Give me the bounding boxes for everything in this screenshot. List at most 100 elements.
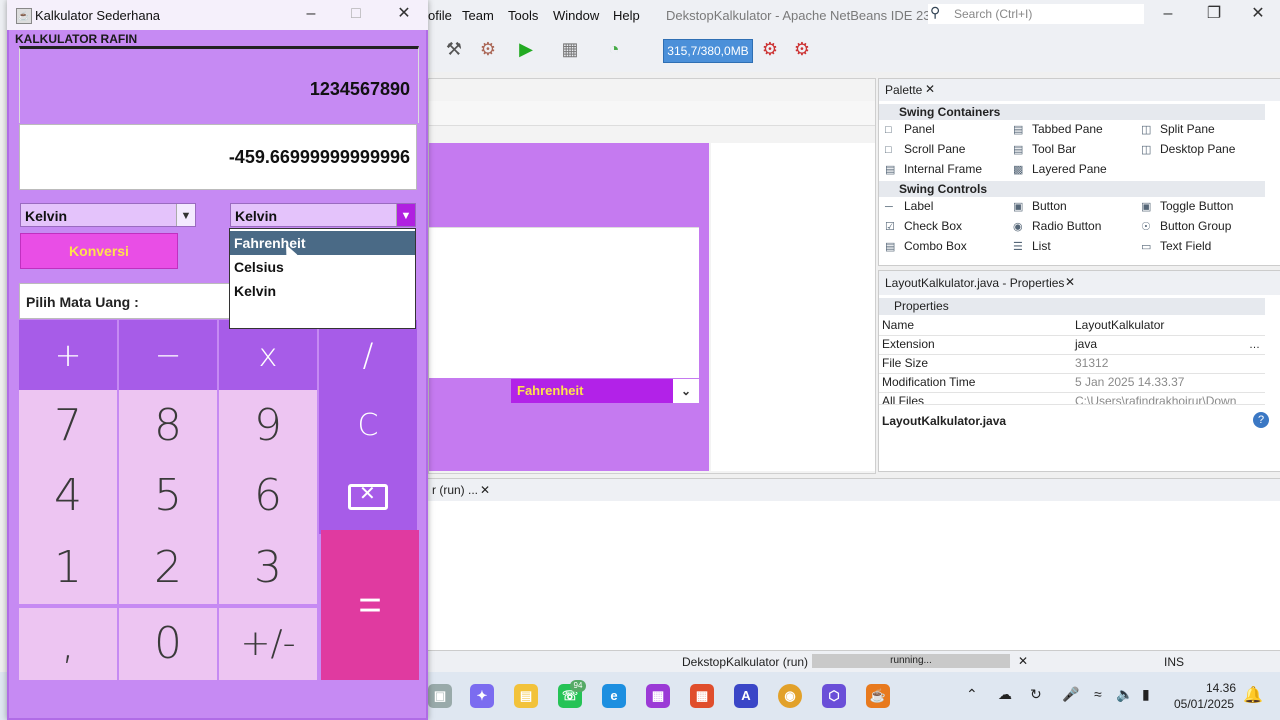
designer-fahrenheit-combo[interactable]: Fahrenheit ⌄ xyxy=(511,379,699,403)
chevron-up-icon[interactable]: ⌃ xyxy=(966,686,978,703)
menu-team[interactable]: Team xyxy=(462,8,494,23)
minimize-button[interactable]: – xyxy=(297,4,325,24)
property-row[interactable]: Modification Time 5 Jan 2025 14.33.37 xyxy=(879,373,1265,393)
palette-item-label[interactable]: ─ Label xyxy=(885,199,933,213)
app-hex-icon[interactable]: ⬡ xyxy=(822,684,846,708)
property-row[interactable]: All Files C:\Users\rafindrakhoirur\Down xyxy=(879,392,1265,405)
palette-item-button[interactable]: ▣ Button xyxy=(1013,199,1067,213)
debug-icon[interactable]: ▦ xyxy=(558,38,582,60)
wifi-icon[interactable]: ≈ xyxy=(1094,686,1102,702)
to-unit-select[interactable]: Kelvin ▼ xyxy=(230,203,416,227)
palette-item-panel[interactable]: □ Panel xyxy=(885,122,935,136)
palette-section-containers[interactable]: Swing Containers xyxy=(879,104,1265,120)
from-unit-select[interactable]: Kelvin ▼ xyxy=(20,203,196,227)
convert-button[interactable]: Konversi xyxy=(20,233,178,269)
sync-icon[interactable]: ↻ xyxy=(1030,686,1042,703)
java-icon[interactable]: ☕ xyxy=(866,684,890,708)
key-6[interactable]: 6 xyxy=(219,462,317,534)
close-button[interactable]: ✕ xyxy=(1244,4,1272,24)
clean-build-icon[interactable]: ⚙ xyxy=(476,38,500,60)
clock-time[interactable]: 14.36 xyxy=(1206,681,1236,695)
memory-indicator[interactable]: 315,7/380,0MB xyxy=(663,39,753,63)
palette-item-radio-button[interactable]: ◉ Radio Button xyxy=(1013,219,1101,233)
calculator-titlebar[interactable]: ☕ Kalkulator Sederhana – □ ✕ xyxy=(7,0,428,30)
key-2[interactable]: 2 xyxy=(119,532,217,604)
designer-canvas[interactable]: Fahrenheit ⌄ xyxy=(429,143,709,471)
property-row[interactable]: File Size 31312 xyxy=(879,354,1265,374)
key-8[interactable]: 8 xyxy=(119,390,217,462)
key-1[interactable]: 1 xyxy=(19,532,117,604)
key-0[interactable]: 0 xyxy=(119,608,217,680)
properties-tab[interactable]: LayoutKalkulator.java - Properties ✕ xyxy=(879,271,1280,295)
bell-icon[interactable]: 🔔 xyxy=(1243,685,1263,705)
close-icon[interactable]: ✕ xyxy=(925,82,935,96)
palette-item-layered-pane[interactable]: ▩ Layered Pane xyxy=(1013,162,1107,176)
menu-tools[interactable]: Tools xyxy=(508,8,538,23)
edge-icon[interactable]: e xyxy=(602,684,626,708)
help-icon[interactable]: ? xyxy=(1253,412,1269,428)
option-kelvin[interactable]: Kelvin xyxy=(230,279,415,303)
palette-item-toggle-button[interactable]: ▣ Toggle Button xyxy=(1141,199,1233,213)
key-7[interactable]: 7 xyxy=(19,390,117,462)
palette-item-text-field[interactable]: ▭ Text Field xyxy=(1141,239,1211,253)
option-celsius[interactable]: Celsius xyxy=(230,255,415,279)
close-icon[interactable]: ✕ xyxy=(1018,654,1028,668)
palette-item-internal-frame[interactable]: ▤ Internal Frame xyxy=(885,162,982,176)
minimize-button[interactable]: – xyxy=(1154,4,1182,24)
microphone-icon[interactable]: 🎤 xyxy=(1062,686,1079,703)
key-3[interactable]: 3 xyxy=(219,532,317,604)
palette-item-scroll-pane[interactable]: □ Scroll Pane xyxy=(885,142,965,156)
backspace-button[interactable]: ✕ xyxy=(319,462,417,534)
maximize-button[interactable]: ❐ xyxy=(1200,4,1228,24)
multiply-button[interactable]: x xyxy=(219,320,317,392)
minus-button[interactable]: − xyxy=(119,320,217,392)
plus-button[interactable]: + xyxy=(19,320,117,392)
profile-icon[interactable]: ◔ xyxy=(602,38,626,60)
copilot-icon[interactable]: ✦ xyxy=(470,684,494,708)
task-view-icon[interactable]: ▣ xyxy=(428,684,452,708)
key-9[interactable]: 9 xyxy=(219,390,317,462)
palette-item-tool-bar[interactable]: ▤ Tool Bar xyxy=(1013,142,1076,156)
comma-button[interactable]: , xyxy=(19,608,117,680)
palette-item-check-box[interactable]: ☑ Check Box xyxy=(885,219,962,233)
build-icon[interactable]: ⚒ xyxy=(442,38,466,60)
negate-button[interactable]: +/- xyxy=(219,608,317,680)
menu-profile[interactable]: ofile xyxy=(428,8,452,23)
palette-item-split-pane[interactable]: ◫ Split Pane xyxy=(1141,122,1215,136)
battery-icon[interactable]: ▮ xyxy=(1142,686,1150,703)
gc-profile-icon[interactable]: ⚙ xyxy=(790,38,814,60)
more-icon[interactable]: … xyxy=(1249,336,1260,355)
divide-button[interactable]: / xyxy=(319,320,417,392)
cloud-icon[interactable]: ☁ xyxy=(998,686,1012,703)
key-5[interactable]: 5 xyxy=(119,462,217,534)
properties-section[interactable]: Properties xyxy=(879,298,1265,315)
store-icon[interactable]: ▦ xyxy=(690,684,714,708)
clock-date[interactable]: 05/01/2025 xyxy=(1174,697,1234,711)
property-row[interactable]: Extension java… xyxy=(879,335,1265,355)
palette-item-list[interactable]: ☰ List xyxy=(1013,239,1051,253)
palette-item-desktop-pane[interactable]: ◫ Desktop Pane xyxy=(1141,142,1235,156)
gc-icon[interactable]: ⚙ xyxy=(758,38,782,60)
menu-window[interactable]: Window xyxy=(553,8,599,23)
close-icon[interactable]: ✕ xyxy=(480,483,490,497)
output-tab[interactable]: r (run) ... ✕ xyxy=(428,479,497,501)
palette-item-combo-box[interactable]: ▤ Combo Box xyxy=(885,239,967,253)
app-a-icon[interactable]: A xyxy=(734,684,758,708)
clear-button[interactable]: C xyxy=(319,390,417,462)
equals-button[interactable]: = xyxy=(321,530,419,680)
file-explorer-icon[interactable]: ▤ xyxy=(514,684,538,708)
option-fahrenheit[interactable]: Fahrenheit xyxy=(230,231,415,255)
palette-tab[interactable]: Palette ✕ xyxy=(879,79,1280,101)
chrome-icon[interactable]: ◉ xyxy=(778,684,802,708)
run-icon[interactable]: ▶ xyxy=(514,38,538,60)
close-button[interactable]: ✕ xyxy=(390,4,418,24)
netbeans-search-input[interactable]: ⚲ Search (Ctrl+I) xyxy=(928,4,1144,24)
key-4[interactable]: 4 xyxy=(19,462,117,534)
menu-help[interactable]: Help xyxy=(613,8,640,23)
palette-section-controls[interactable]: Swing Controls xyxy=(879,181,1265,197)
palette-item-tabbed-pane[interactable]: ▤ Tabbed Pane xyxy=(1013,122,1103,136)
volume-icon[interactable]: 🔈 xyxy=(1116,686,1133,703)
palette-item-button-group[interactable]: ☉ Button Group xyxy=(1141,219,1231,233)
currency-select[interactable]: Pilih Mata Uang : xyxy=(19,283,231,319)
close-icon[interactable]: ✕ xyxy=(1065,275,1075,289)
